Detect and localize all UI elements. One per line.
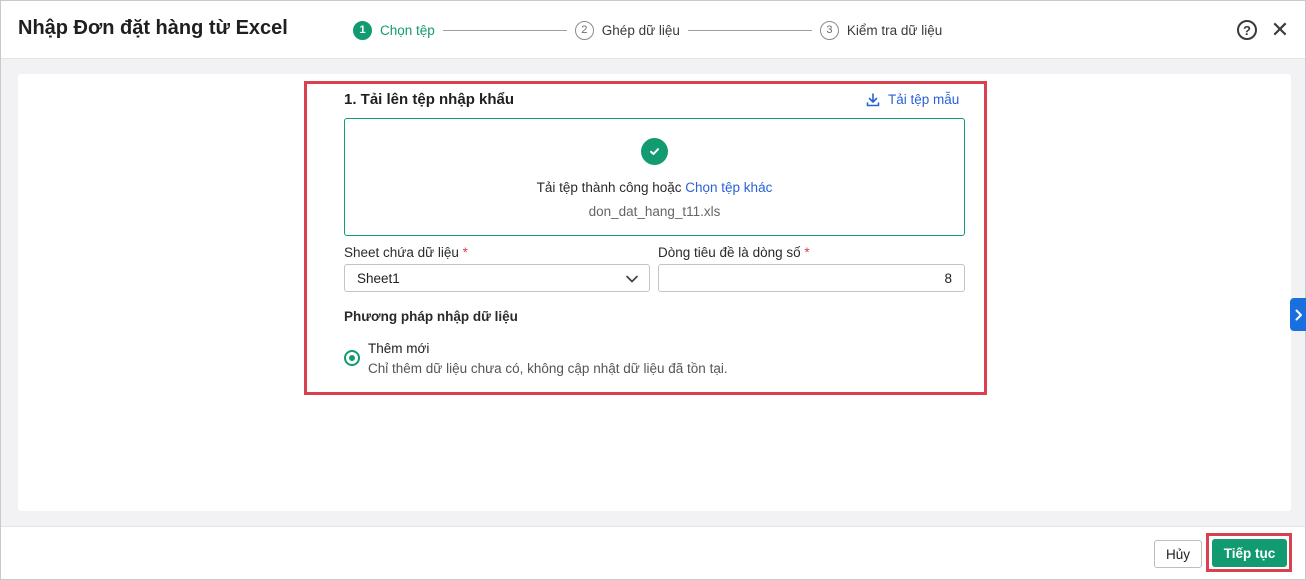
upload-message: Tải tệp thành công hoặc Chọn tệp khác (345, 180, 964, 195)
help-icon[interactable]: ? (1237, 20, 1257, 40)
step-1[interactable]: 1 Chọn tệp (353, 20, 435, 40)
required-mark: * (804, 245, 810, 260)
stepper: 1 Chọn tệp 2 Ghép dữ liệu 3 Kiểm tra dữ … (353, 19, 942, 41)
upload-success-text: Tải tệp thành công hoặc (536, 180, 686, 195)
cancel-button[interactable]: Hủy (1154, 540, 1202, 568)
step-1-label: Chọn tệp (380, 22, 435, 38)
sheet-select[interactable]: Sheet1 (344, 264, 650, 292)
download-template-link[interactable]: Tải tệp mẫu (866, 92, 959, 107)
sheet-select-value: Sheet1 (357, 271, 400, 286)
side-panel-toggle[interactable] (1290, 298, 1306, 331)
close-icon[interactable]: ✕ (1269, 19, 1291, 41)
upload-section-title: 1. Tải lên tệp nhập khẩu (344, 91, 515, 108)
step-connector (442, 29, 567, 31)
check-icon (641, 138, 668, 165)
add-new-radio-label[interactable]: Thêm mới (368, 341, 429, 356)
import-method-title: Phương pháp nhập dữ liệu (344, 309, 518, 324)
step-1-number: 1 (353, 20, 372, 40)
header-row-label-text: Dòng tiêu đề là dòng số (658, 245, 801, 260)
uploaded-file-name: don_dat_hang_t11.xls (588, 204, 721, 219)
step-3[interactable]: 3 Kiểm tra dữ liệu (819, 20, 943, 40)
header-row-value: 8 (944, 271, 952, 286)
download-template-label: Tải tệp mẫu (888, 92, 960, 107)
file-dropzone[interactable]: Tải tệp thành công hoặc Chọn tệp khác do… (344, 118, 965, 236)
dialog-footer (1, 526, 1305, 579)
header-row-input[interactable]: 8 (658, 264, 965, 292)
dialog-header: Nhập Đơn đặt hàng từ Excel 1 Chọn tệp 2 … (1, 1, 1305, 59)
step-3-label: Kiểm tra dữ liệu (846, 22, 943, 38)
dialog-title: Nhập Đơn đặt hàng từ Excel (18, 17, 288, 39)
chevron-down-icon (626, 275, 638, 283)
step-2[interactable]: 2 Ghép dữ liệu (574, 20, 680, 40)
step-connector (687, 29, 812, 31)
header-row-field-label: Dòng tiêu đề là dòng số * (658, 245, 810, 260)
sheet-field-label: Sheet chứa dữ liệu * (344, 245, 468, 260)
step-2-number: 2 (574, 20, 594, 40)
add-new-radio-description: Chỉ thêm dữ liệu chưa có, không cập nhật… (368, 361, 728, 376)
next-button[interactable]: Tiếp tục (1212, 539, 1287, 567)
step-3-number: 3 (819, 20, 839, 40)
chevron-right-icon (1295, 309, 1302, 320)
download-icon (866, 92, 880, 106)
required-mark: * (462, 245, 468, 260)
sheet-label-text: Sheet chứa dữ liệu (344, 245, 459, 260)
add-new-radio[interactable] (344, 350, 360, 366)
choose-other-file-link[interactable]: Chọn tệp khác (685, 180, 772, 195)
step-2-label: Ghép dữ liệu (601, 22, 680, 38)
